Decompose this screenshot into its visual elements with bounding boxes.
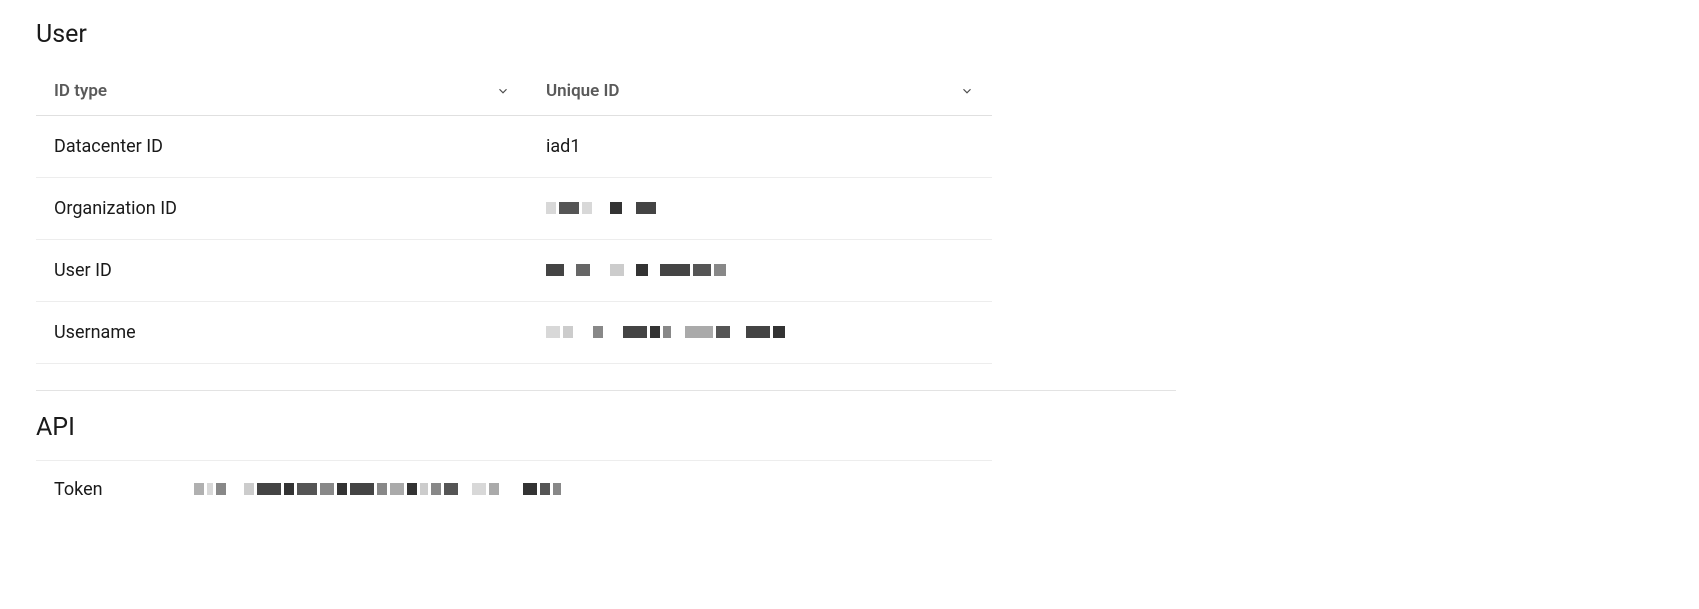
chevron-down-icon [496,84,510,98]
table-row: Datacenter ID iad1 [36,116,992,178]
header-id-type-label: ID type [54,81,107,101]
header-unique-id[interactable]: Unique ID [528,67,992,116]
redacted-value [546,202,656,214]
row-type: Datacenter ID [36,116,528,178]
table-row: Username [36,302,992,364]
row-type: Organization ID [36,178,528,240]
row-type: Username [36,302,528,364]
header-id-type[interactable]: ID type [36,67,528,116]
row-type: User ID [36,240,528,302]
row-value-redacted [528,302,992,364]
redacted-value [546,326,785,338]
user-section-title: User [36,20,1176,49]
row-value: iad1 [528,116,992,178]
user-table-body: Datacenter ID iad1 Organization ID [36,116,992,364]
header-unique-id-label: Unique ID [546,81,620,101]
api-row: Token [36,460,992,518]
table-row: Organization ID [36,178,992,240]
table-row: User ID [36,240,992,302]
user-table: ID type Unique ID Datacenter ID iad1 [36,67,992,364]
api-section-title: API [36,413,1176,442]
api-row-label: Token [54,479,194,500]
chevron-down-icon [960,84,974,98]
redacted-value [194,483,561,495]
redacted-value [546,264,726,276]
section-divider [36,390,1176,391]
row-value-redacted [528,240,992,302]
row-value-redacted [528,178,992,240]
api-section: API Token [36,413,1176,518]
user-section: User ID type Unique ID Dat [36,20,1176,364]
api-row-value-redacted [194,479,561,500]
